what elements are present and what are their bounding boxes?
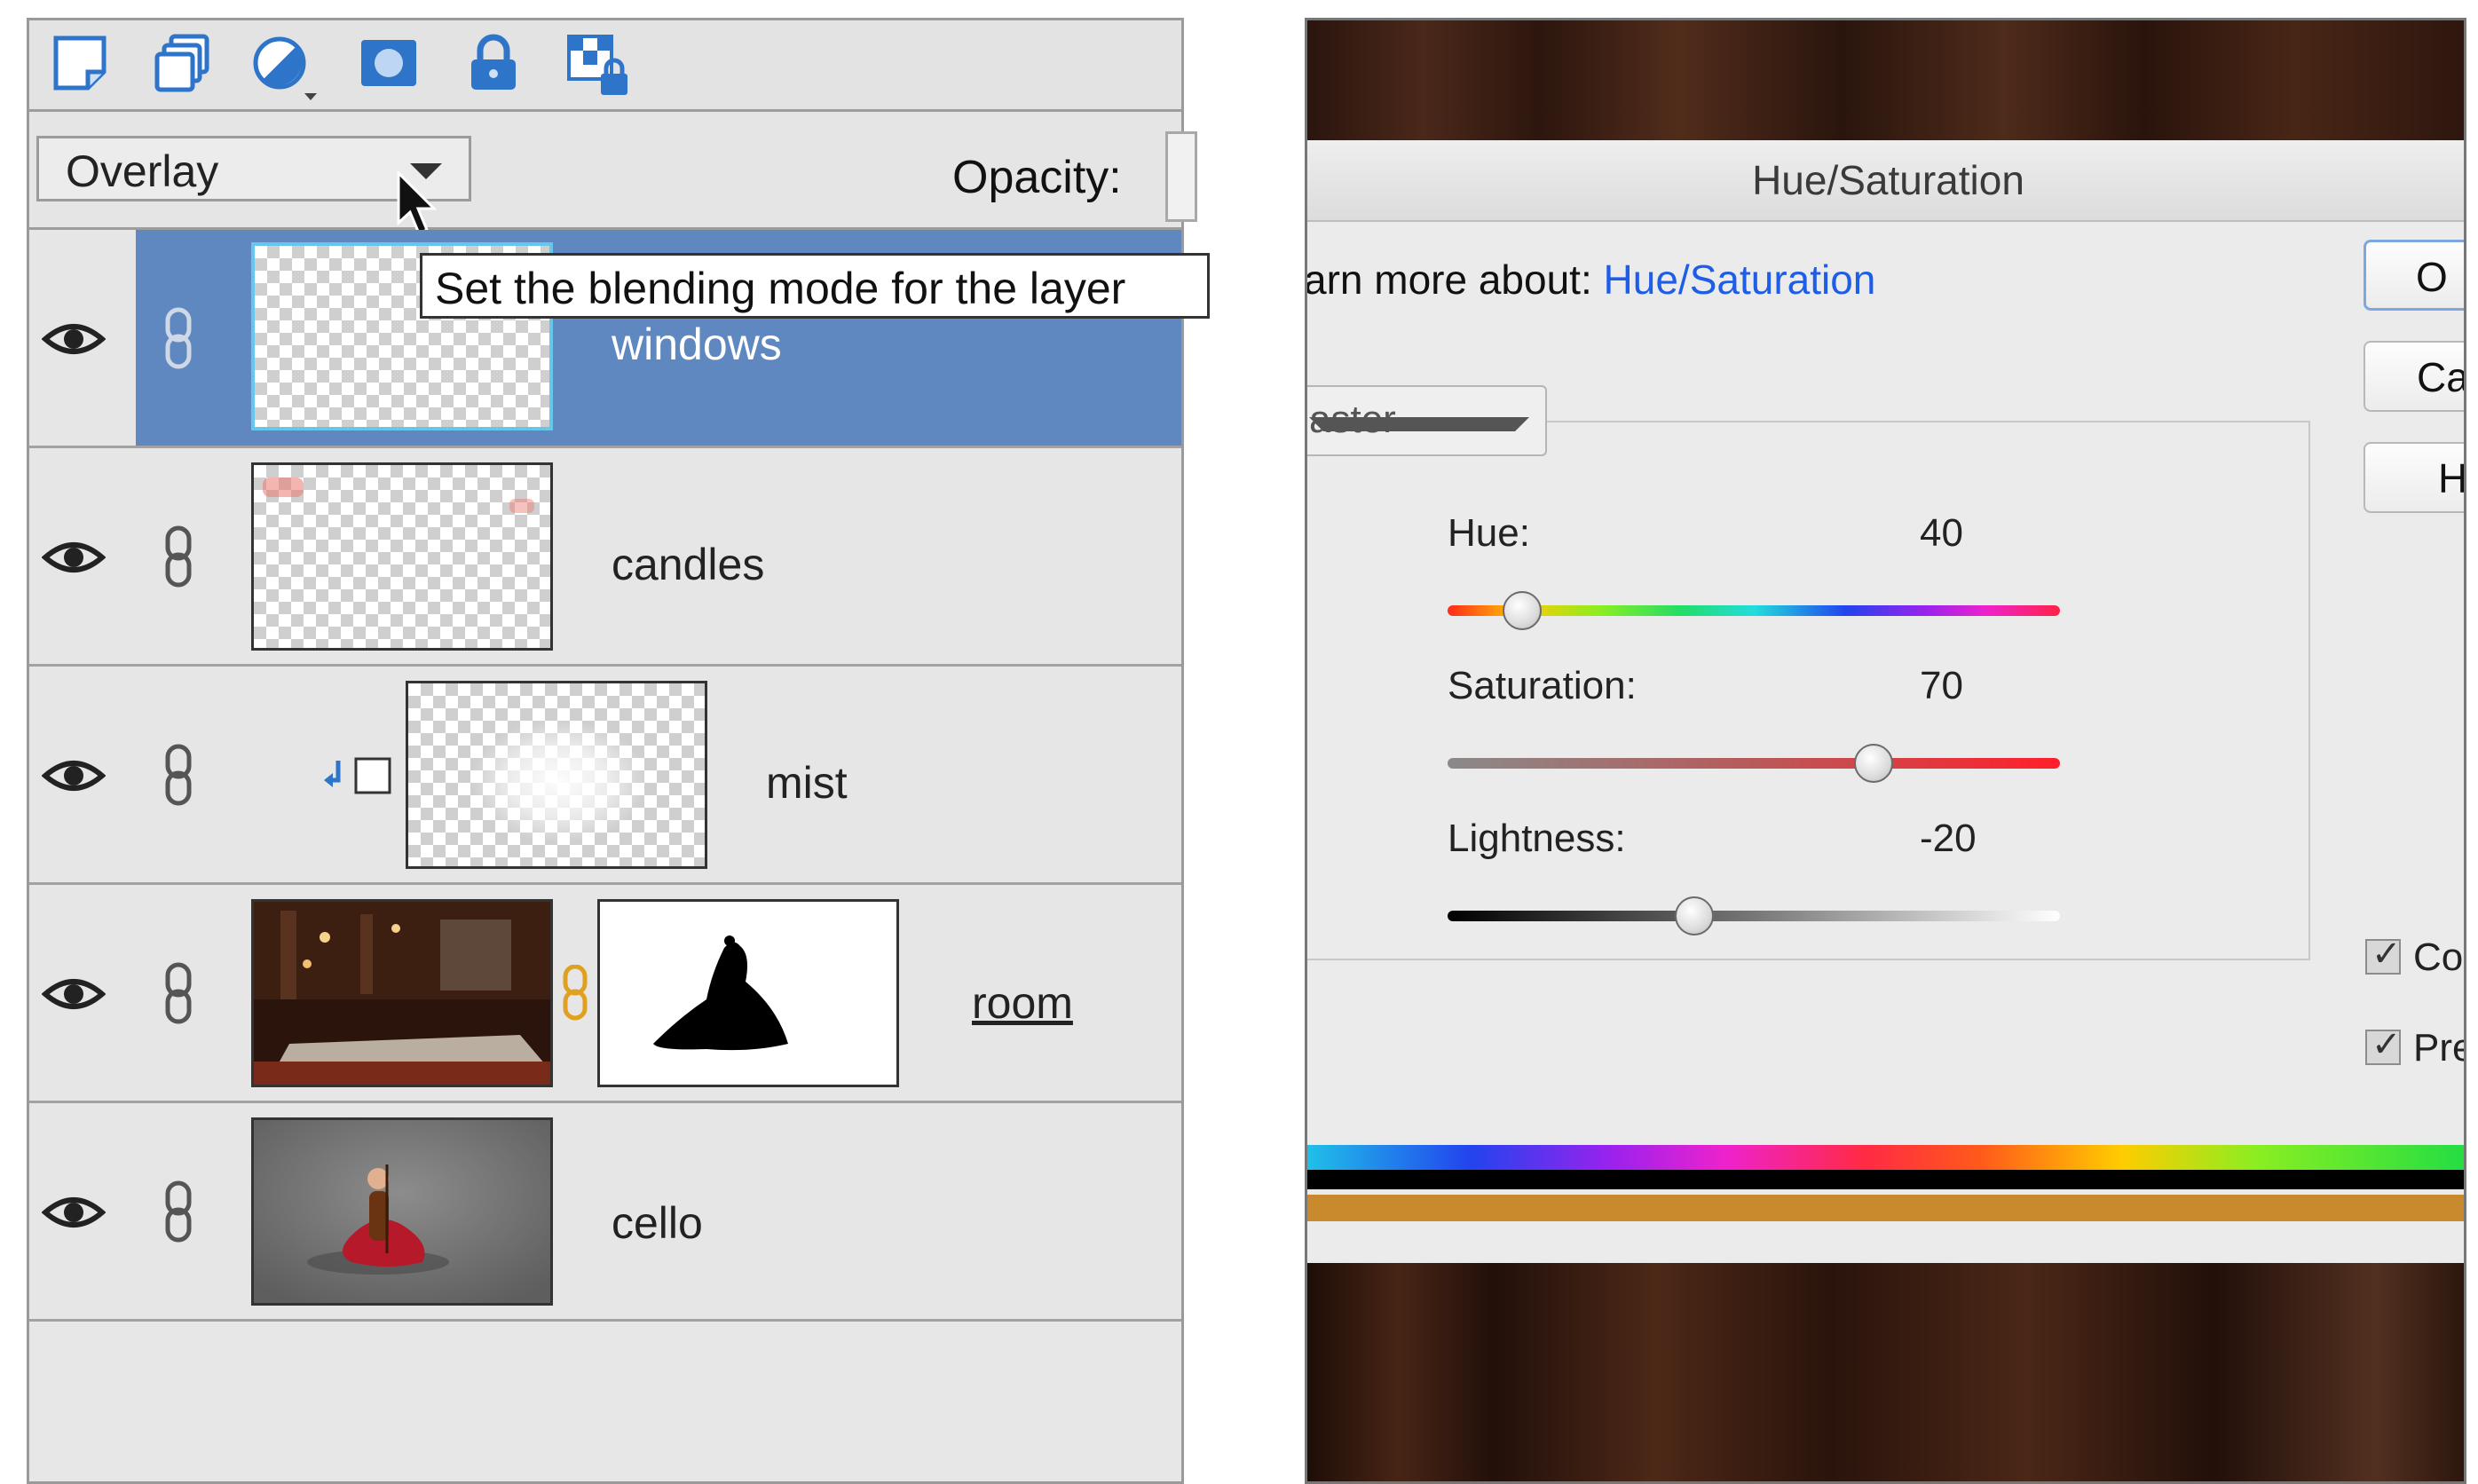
hue-slider-handle[interactable]	[1503, 591, 1542, 630]
blend-mode-value: Overlay	[66, 146, 219, 196]
ok-button[interactable]: O	[2364, 240, 2464, 311]
help-button[interactable]: H	[2364, 442, 2466, 513]
visibility-eye-icon[interactable]	[41, 749, 107, 802]
colorize-label: Co	[2413, 935, 2464, 979]
link-chain-icon[interactable]	[161, 306, 196, 370]
layer-name[interactable]: cello	[612, 1197, 703, 1249]
layer-mask-icon[interactable]	[358, 33, 420, 95]
tooltip: Set the blending mode for the layer	[420, 253, 1210, 319]
layer-row-room[interactable]: room	[29, 885, 1181, 1103]
link-chain-icon[interactable]	[161, 961, 196, 1025]
hue-saturation-dialog: Hue/Saturation arn more about: Hue/Satur…	[1305, 140, 2466, 1263]
chevron-down-icon	[1309, 417, 1529, 431]
learn-more-link[interactable]: Hue/Saturation	[1604, 257, 1876, 303]
lightness-value[interactable]: -20	[1920, 817, 1977, 861]
channel-dropdown[interactable]: aster	[1307, 385, 1547, 456]
preview-label: Pre	[2413, 1026, 2464, 1070]
clipping-mask-icon	[322, 754, 395, 798]
layer-thumbnail[interactable]	[406, 681, 707, 869]
cancel-button-label: Ca	[2417, 354, 2466, 400]
adjustment-layer-icon[interactable]	[251, 33, 317, 100]
color-bar-separator	[1307, 1170, 2464, 1189]
layer-row-cello[interactable]: cello	[29, 1103, 1181, 1322]
lock-all-icon[interactable]	[462, 33, 525, 95]
visibility-eye-icon[interactable]	[41, 1186, 107, 1239]
link-chain-icon[interactable]	[161, 1180, 196, 1243]
colorize-checkbox[interactable]	[2365, 934, 2402, 975]
layer-name[interactable]: room	[972, 977, 1073, 1029]
layer-name[interactable]: mist	[766, 757, 848, 809]
saturation-slider-track[interactable]	[1448, 758, 2060, 769]
link-chain-icon[interactable]	[161, 525, 196, 588]
saturation-value[interactable]: 70	[1920, 664, 1963, 708]
layer-row-mist[interactable]: mist	[29, 667, 1181, 885]
ok-button-label: O	[2416, 254, 2448, 300]
background-image-top	[1307, 20, 2464, 140]
lightness-slider-track[interactable]	[1448, 911, 2060, 921]
mask-link-icon[interactable]	[560, 964, 590, 1022]
input-color-bar	[1307, 1145, 2464, 1170]
lightness-slider-handle[interactable]	[1675, 896, 1714, 935]
layer-thumbnail[interactable]	[251, 899, 553, 1087]
output-color-bar	[1307, 1195, 2464, 1221]
layer-thumbnail[interactable]	[251, 1117, 553, 1306]
layer-thumbnail[interactable]	[251, 462, 553, 651]
duplicate-layer-icon[interactable]	[152, 33, 214, 95]
hue-saturation-window: Hue/Saturation arn more about: Hue/Satur…	[1305, 18, 2466, 1484]
layer-mask-thumbnail[interactable]	[597, 899, 899, 1087]
layer-row-candles[interactable]: candles	[29, 448, 1181, 667]
opacity-input[interactable]	[1165, 131, 1197, 222]
opacity-label: Opacity:	[952, 152, 1122, 203]
saturation-label: Saturation:	[1448, 664, 1637, 707]
visibility-eye-icon[interactable]	[41, 312, 107, 366]
learn-more-text: arn more about: Hue/Saturation	[1305, 256, 1876, 304]
visibility-eye-icon[interactable]	[41, 967, 107, 1021]
lightness-label: Lightness:	[1448, 817, 1626, 860]
visibility-eye-icon[interactable]	[41, 531, 107, 584]
background-image-bottom	[1307, 1263, 2464, 1481]
hue-label: Hue:	[1448, 511, 1530, 555]
dialog-titlebar: Hue/Saturation	[1307, 140, 2464, 222]
cancel-button[interactable]: Ca	[2364, 341, 2466, 412]
link-chain-icon[interactable]	[161, 743, 196, 807]
learn-more-prefix: arn more about:	[1305, 257, 1592, 303]
new-layer-icon[interactable]	[49, 33, 111, 95]
layers-panel: Overlay Opacity: windows candles mist ro…	[27, 18, 1210, 1484]
hue-value[interactable]: 40	[1920, 511, 1963, 556]
layer-name[interactable]: candles	[612, 539, 764, 590]
saturation-slider-handle[interactable]	[1854, 744, 1893, 783]
lock-transparency-icon[interactable]	[565, 33, 627, 95]
preview-checkbox[interactable]	[2365, 1024, 2402, 1065]
layers-toolbar	[29, 20, 1181, 112]
help-button-label: H	[2438, 455, 2466, 501]
layer-name[interactable]: windows	[612, 319, 782, 370]
tooltip-text: Set the blending mode for the layer	[435, 264, 1126, 313]
dialog-title: Hue/Saturation	[1752, 157, 2024, 203]
